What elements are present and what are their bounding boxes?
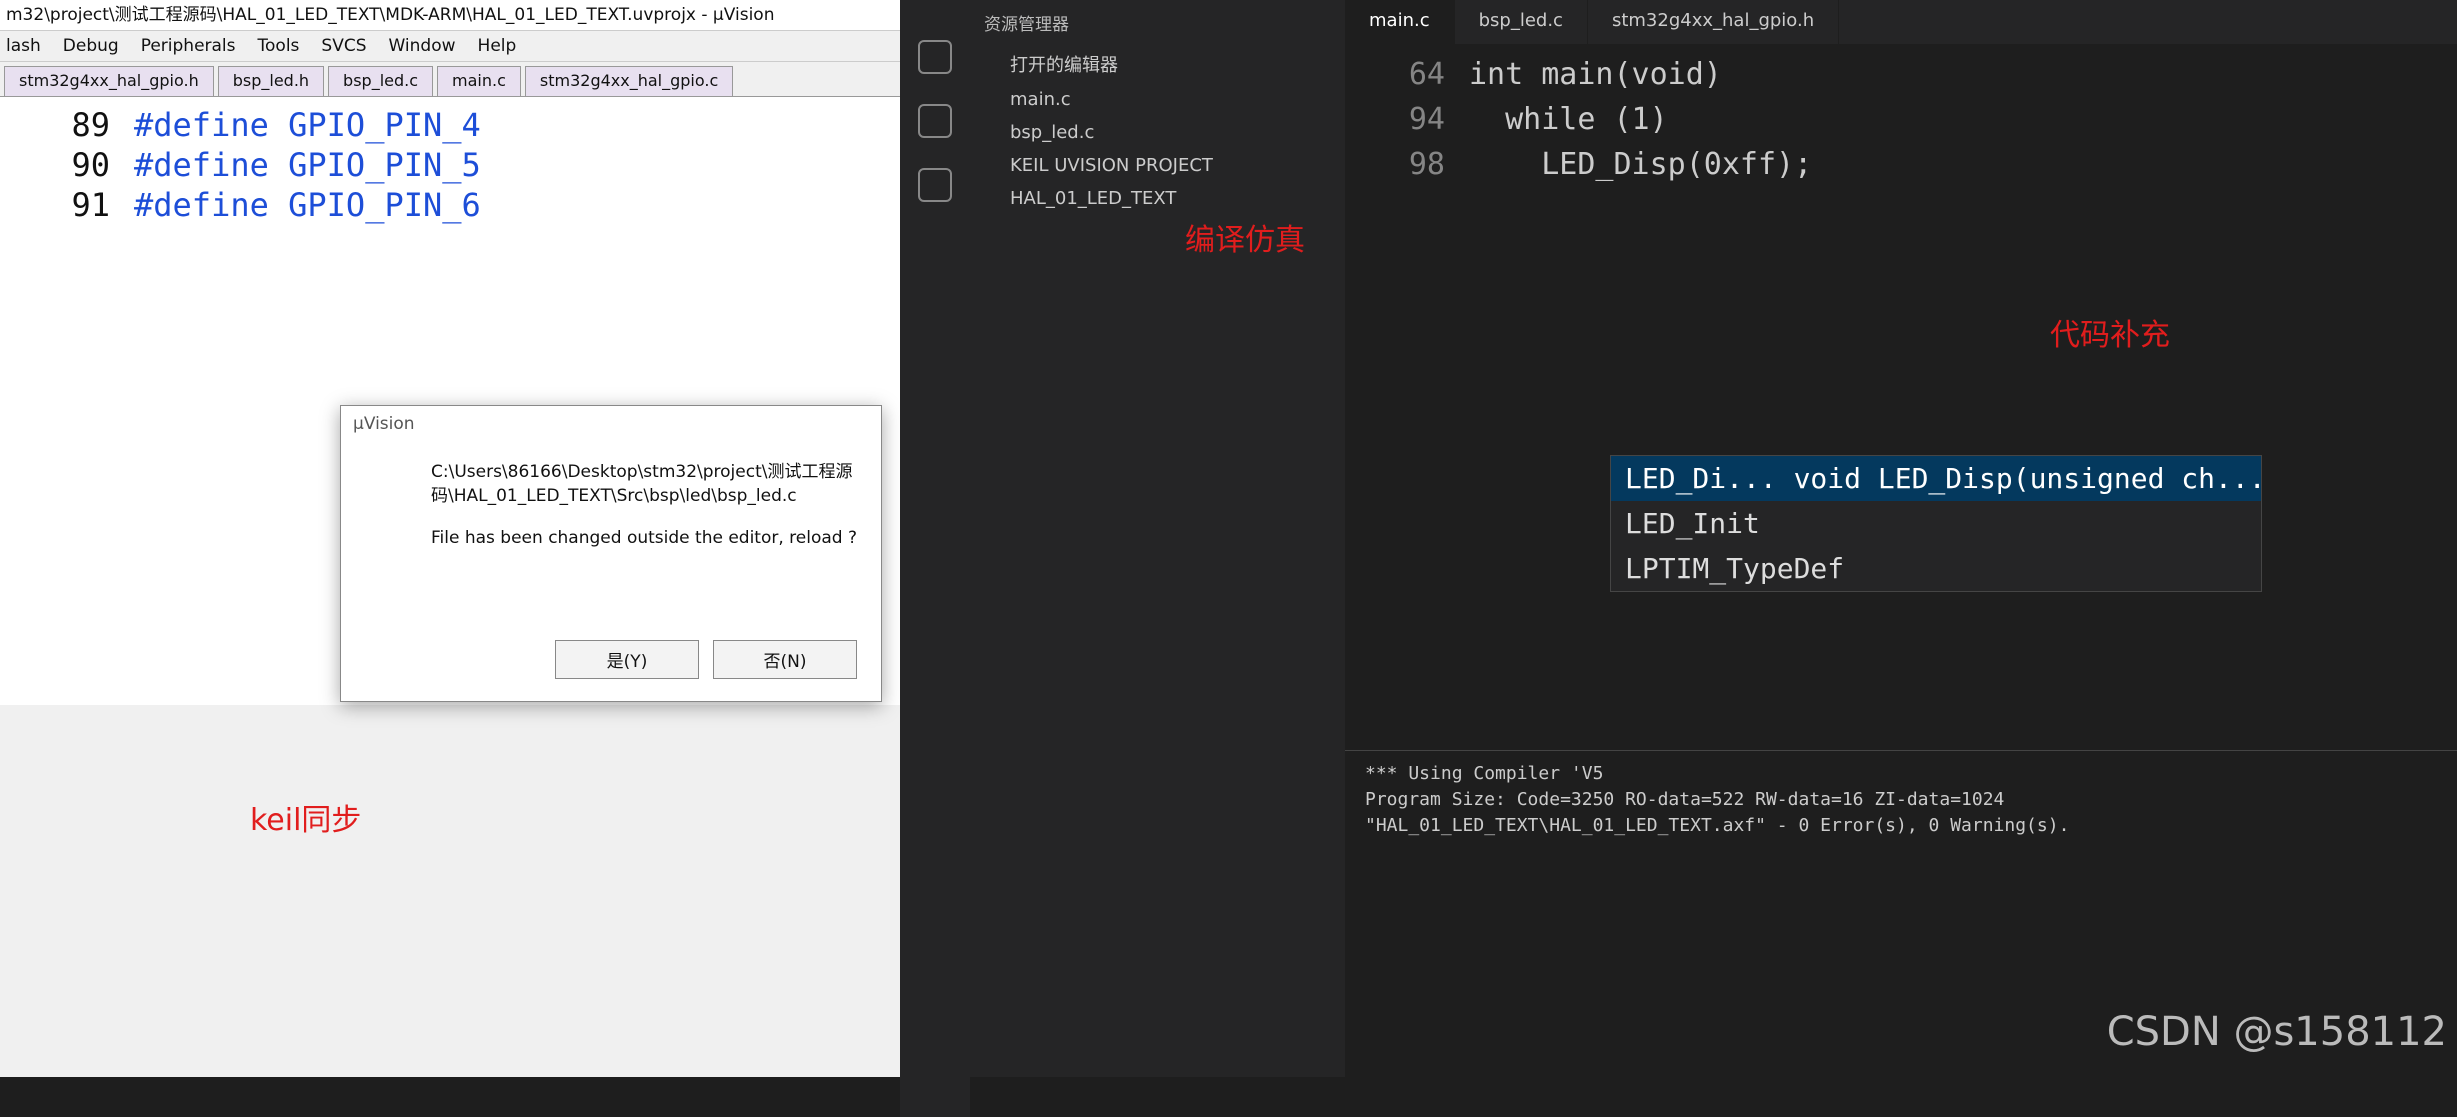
output-line: *** Using Compiler 'V5: [1365, 763, 1604, 784]
code-line: 64 int main(void): [1345, 52, 2457, 97]
line-number: 91: [71, 186, 110, 224]
keil-tab[interactable]: stm32g4xx_hal_gpio.c: [524, 66, 734, 96]
code-text: int main(void): [1469, 57, 1722, 92]
yes-button[interactable]: 是(Y): [555, 640, 699, 679]
watermark: CSDN @s158112: [2106, 1009, 2447, 1055]
line-number: 89: [71, 106, 110, 144]
code-line: 90 #define GPIO_PIN_5: [0, 145, 900, 185]
code-line: 91 #define GPIO_PIN_6: [0, 185, 900, 225]
dialog-buttons: 是(Y) 否(N): [555, 640, 857, 679]
line-number: 90: [71, 146, 110, 184]
explorer-panel: 资源管理器 打开的编辑器 main.c bsp_led.c KEIL UVISI…: [970, 0, 1345, 1077]
activity-bar: [900, 0, 970, 1117]
annotation-sync: keil同步: [250, 803, 362, 838]
keil-tab[interactable]: bsp_led.c: [328, 66, 434, 96]
code-text: #define GPIO_PIN_4: [134, 106, 481, 144]
annotation-complete: 代码补充: [2050, 318, 2170, 353]
keil-menu: lash Debug Peripherals Tools SVCS Window…: [0, 31, 900, 62]
tree-item[interactable]: 打开的编辑器: [970, 45, 1345, 83]
keil-tab[interactable]: stm32g4xx_hal_gpio.h: [4, 66, 214, 96]
menu-item[interactable]: Debug: [63, 31, 119, 61]
menu-item[interactable]: Help: [478, 31, 517, 61]
tree-item[interactable]: main.c: [970, 83, 1345, 116]
suggestion-item[interactable]: LED_Di... void LED_Disp(unsigned ch...: [1611, 456, 2261, 501]
dialog-path: C:\Users\86166\Desktop\stm32\project\测试工…: [431, 462, 853, 506]
dialog-question: File has been changed outside the editor…: [431, 528, 857, 548]
code-text: #define GPIO_PIN_6: [134, 186, 481, 224]
menu-item[interactable]: lash: [6, 31, 41, 61]
source-control-icon[interactable]: [918, 168, 952, 202]
tree-item[interactable]: HAL_01_LED_TEXT: [970, 182, 1345, 215]
search-icon[interactable]: [918, 104, 952, 138]
menu-item[interactable]: SVCS: [321, 31, 366, 61]
code-text: LED_Disp(0xff);: [1469, 147, 1813, 182]
reload-dialog: µVision C:\Users\86166\Desktop\stm32\pro…: [340, 405, 882, 702]
keil-file-tabs: stm32g4xx_hal_gpio.h bsp_led.h bsp_led.c…: [0, 62, 900, 97]
keil-tab[interactable]: main.c: [437, 66, 521, 96]
suggestion-item[interactable]: LED_Init: [1611, 501, 2261, 546]
line-number: 98: [1408, 147, 1445, 182]
annotation-compile: 编译仿真: [1185, 223, 1305, 258]
editor-tab[interactable]: bsp_led.c: [1455, 0, 1588, 44]
explorer-icon[interactable]: [918, 40, 952, 74]
dialog-title: µVision: [353, 414, 415, 434]
code-editor[interactable]: main.c bsp_led.c stm32g4xx_hal_gpio.h 64…: [1345, 0, 2457, 740]
code-line: 94 while (1): [1345, 97, 2457, 142]
code-line: 98 LED_Disp(0xff);: [1345, 142, 2457, 187]
code-line: 89 #define GPIO_PIN_4: [0, 105, 900, 145]
keil-tab[interactable]: bsp_led.h: [217, 66, 325, 96]
code-area[interactable]: 64 int main(void) 94 while (1) 98 LED_Di…: [1345, 44, 2457, 195]
editor-tab[interactable]: main.c: [1345, 0, 1455, 44]
editor-tabs: main.c bsp_led.c stm32g4xx_hal_gpio.h: [1345, 0, 2457, 44]
suggestion-item[interactable]: LPTIM_TypeDef: [1611, 546, 2261, 591]
no-button[interactable]: 否(N): [713, 640, 857, 679]
output-line: Program Size: Code=3250 RO-data=522 RW-d…: [1365, 789, 2005, 810]
tree-item[interactable]: KEIL UVISION PROJECT: [970, 149, 1345, 182]
code-text: #define GPIO_PIN_5: [134, 146, 481, 184]
menu-item[interactable]: Peripherals: [141, 31, 236, 61]
code-text: while (1): [1469, 102, 1668, 137]
line-number: 64: [1408, 57, 1445, 92]
dialog-message: C:\Users\86166\Desktop\stm32\project\测试工…: [341, 442, 881, 550]
menu-item[interactable]: Tools: [258, 31, 300, 61]
menu-item[interactable]: Window: [389, 31, 456, 61]
keil-title: m32\project\测试工程源码\HAL_01_LED_TEXT\MDK-A…: [0, 0, 900, 31]
editor-tab[interactable]: stm32g4xx_hal_gpio.h: [1588, 0, 1840, 44]
line-number: 94: [1408, 102, 1445, 137]
explorer-title: 资源管理器: [984, 15, 1069, 35]
tree-item[interactable]: bsp_led.c: [970, 116, 1345, 149]
output-line: "HAL_01_LED_TEXT\HAL_01_LED_TEXT.axf" - …: [1365, 815, 2070, 836]
suggestion-popup: LED_Di... void LED_Disp(unsigned ch... L…: [1610, 455, 2262, 592]
